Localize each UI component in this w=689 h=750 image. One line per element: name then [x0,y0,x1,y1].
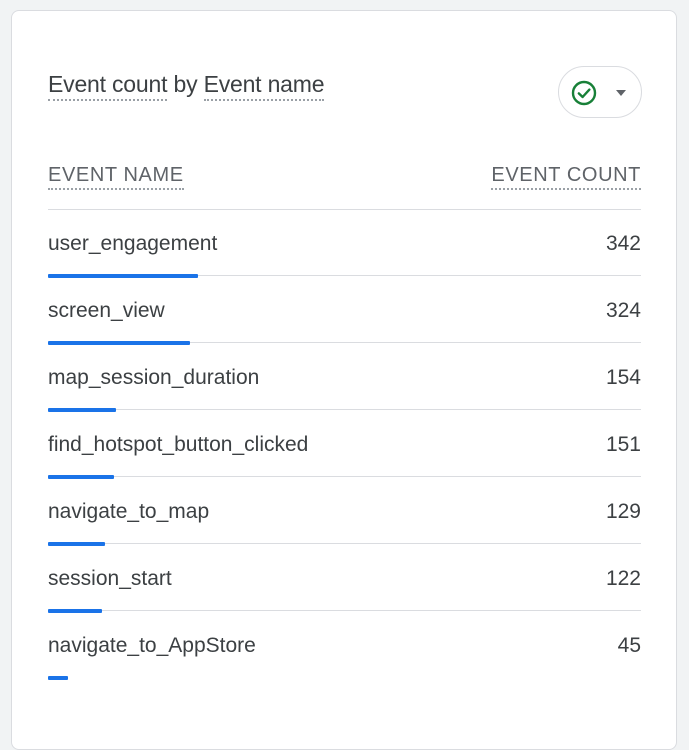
event-name-cell: screen_view [48,299,165,322]
table-row[interactable]: map_session_duration 154 [48,344,641,412]
event-count-header-label: EVENT COUNT [491,164,641,190]
metric-label[interactable]: Event count [48,71,167,101]
table-row[interactable]: navigate_to_map 129 [48,478,641,546]
event-table-body: user_engagement 342 screen_view 324 map_… [48,210,641,680]
caret-down-icon [616,90,626,96]
compare-dropdown-button[interactable] [558,66,642,118]
table-row[interactable]: session_start 122 [48,545,641,613]
event-name-cell: map_session_duration [48,366,260,389]
event-name-cell: navigate_to_map [48,500,210,523]
event-name-column-header[interactable]: EVENT NAME [48,164,184,190]
event-count-cell: 151 [605,433,641,456]
event-count-column-header[interactable]: EVENT COUNT [491,164,641,190]
table-row[interactable]: navigate_to_AppStore 45 [48,612,641,680]
event-count-cell: 342 [605,232,641,255]
card-title: Event count by Event name [48,71,325,101]
event-count-cell: 45 [617,634,641,657]
event-count-bar [48,676,68,680]
event-name-cell: session_start [48,567,172,590]
event-count-cell: 129 [605,500,641,523]
table-row[interactable]: screen_view 324 [48,277,641,345]
event-name-cell: find_hotspot_button_clicked [48,433,309,456]
dimension-label[interactable]: Event name [203,71,325,101]
table-row[interactable]: find_hotspot_button_clicked 151 [48,411,641,479]
event-name-cell: user_engagement [48,232,218,255]
event-name-header-label: EVENT NAME [48,164,184,190]
title-connector: by [167,71,204,97]
event-count-cell: 122 [605,567,641,590]
table-row[interactable]: user_engagement 342 [48,210,641,278]
event-count-cell: 324 [605,299,641,322]
event-count-cell: 154 [605,366,641,389]
event-name-cell: navigate_to_AppStore [48,634,256,657]
event-count-card: Event count by Event name EVENT NAME EVE… [11,10,677,750]
check-circle-icon [571,80,597,106]
